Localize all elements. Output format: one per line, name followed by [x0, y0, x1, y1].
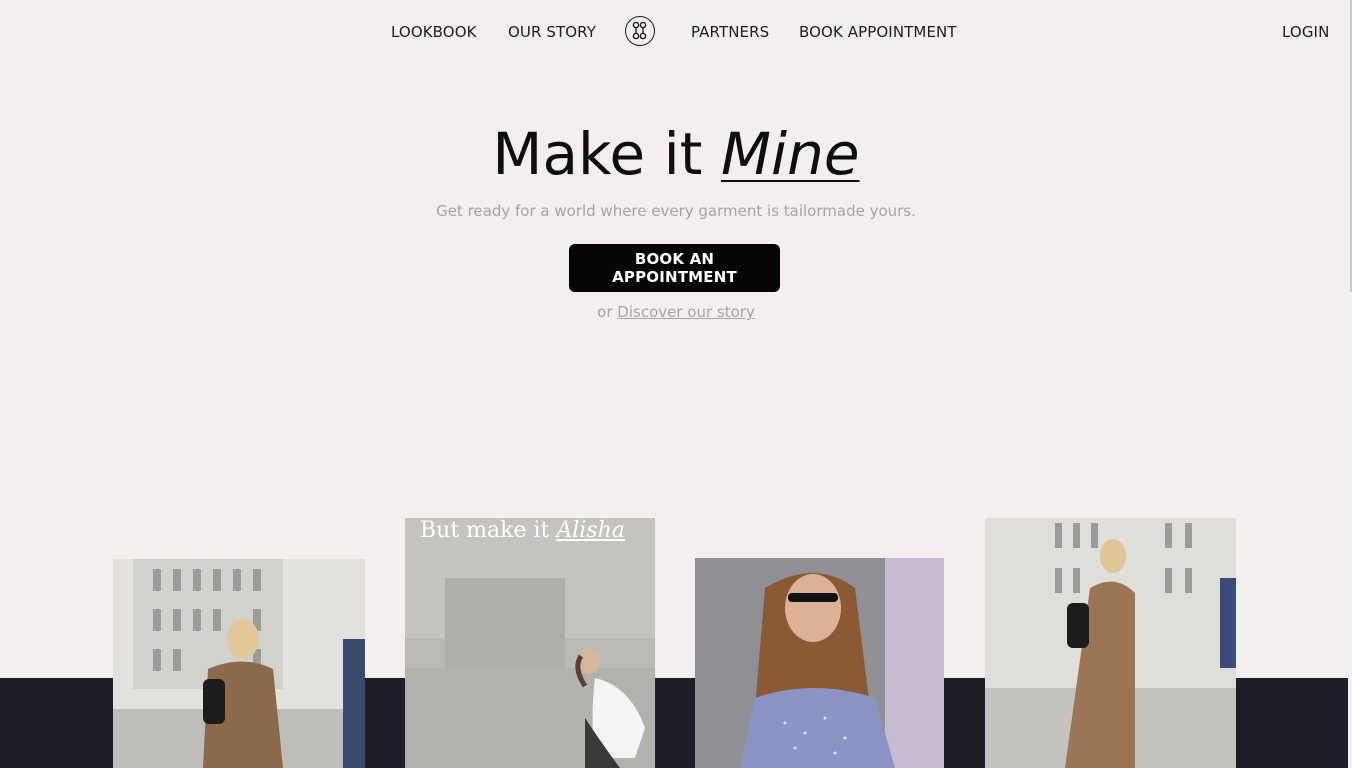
discover-story-link[interactable]: Discover our story — [617, 303, 755, 321]
book-appointment-button[interactable]: BOOK AN APPOINTMENT — [569, 244, 780, 292]
login-link[interactable]: LOGIN — [1282, 23, 1329, 41]
buttons-logo-icon[interactable] — [625, 16, 655, 46]
hero-title: Make it Mine — [0, 118, 1352, 190]
lookbook-photo-concrete-wall[interactable]: But make it Alisha — [405, 518, 655, 768]
discover-line: or Discover our story — [0, 303, 1352, 321]
hero-title-emphasis: Mine — [720, 120, 860, 188]
nav-link-lookbook[interactable]: LOOKBOOK — [391, 23, 477, 41]
top-nav: LOOKBOOK OUR STORY PARTNERS BOOK APPOINT… — [0, 0, 1352, 64]
overlay-script: Alisha — [556, 518, 625, 543]
overlay-main: But make it — [420, 518, 550, 543]
discover-prefix: or — [597, 303, 613, 321]
lookbook-photo-sunglasses-woman[interactable] — [695, 558, 944, 768]
photo-overlay-caption: But make it Alisha — [420, 518, 625, 543]
nav-link-partners[interactable]: PARTNERS — [691, 23, 769, 41]
nav-link-our-story[interactable]: OUR STORY — [508, 23, 596, 41]
hero-title-main: Make it — [492, 120, 703, 188]
nav-link-book-appointment[interactable]: BOOK APPOINTMENT — [799, 23, 957, 41]
hero-subtitle: Get ready for a world where every garmen… — [436, 202, 916, 220]
lookbook-photo-street-walk[interactable] — [985, 518, 1236, 768]
lookbook-photo-street-woman[interactable] — [113, 559, 365, 768]
